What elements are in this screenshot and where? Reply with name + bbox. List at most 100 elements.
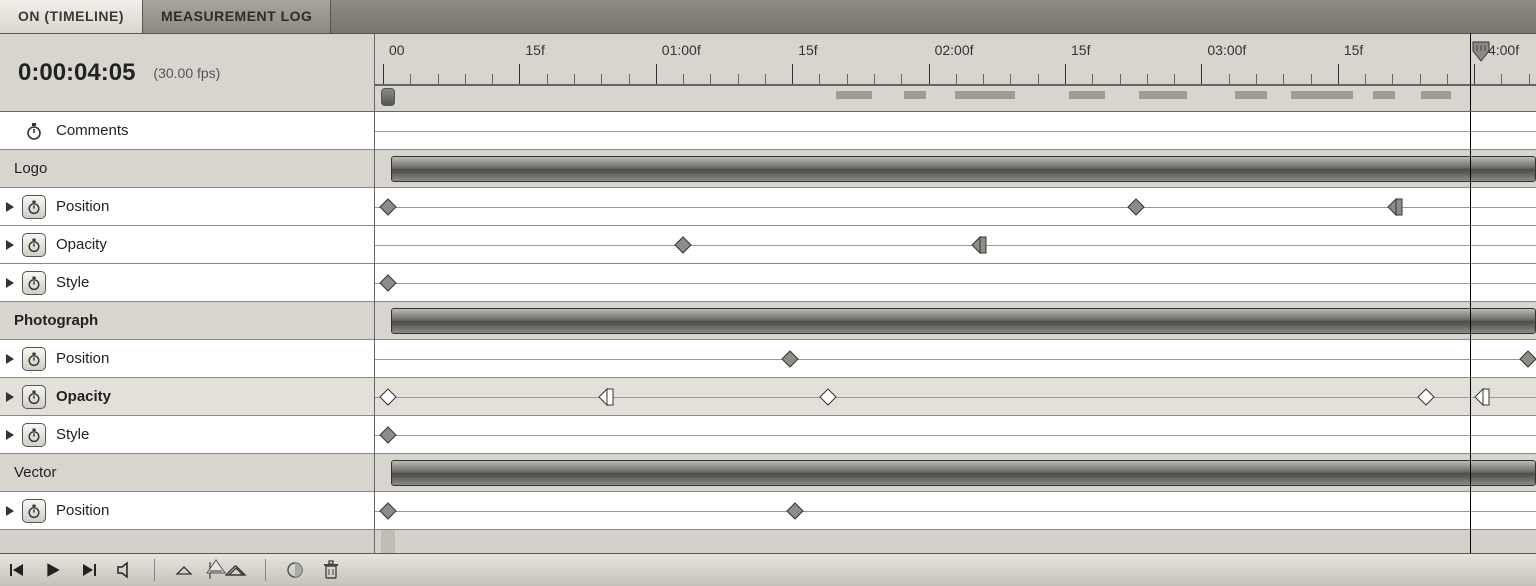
cache-segment: [955, 91, 1015, 99]
row-label: Photograph: [14, 312, 98, 329]
row-vector[interactable]: Vector: [0, 454, 374, 492]
last-frame-button[interactable]: [78, 559, 100, 581]
row-logo-style[interactable]: Style: [0, 264, 374, 302]
layer-duration-bar[interactable]: [391, 156, 1536, 182]
row-photograph[interactable]: Photograph: [0, 302, 374, 340]
row-comments[interactable]: Comments: [0, 112, 374, 150]
zoom-in-icon[interactable]: [225, 559, 247, 581]
disclosure-icon[interactable]: [6, 278, 14, 288]
row-logo-opacity[interactable]: Opacity: [0, 226, 374, 264]
track-lane[interactable]: [375, 378, 1536, 416]
zoom-out-icon[interactable]: [173, 559, 195, 581]
disclosure-icon[interactable]: [6, 354, 14, 364]
cache-segment: [1291, 91, 1353, 99]
track-lane[interactable]: [375, 226, 1536, 264]
track-lane[interactable]: [375, 302, 1536, 340]
track-lane[interactable]: [375, 492, 1536, 530]
stopwatch-button[interactable]: [22, 233, 46, 257]
track-lane[interactable]: [375, 454, 1536, 492]
row-label: Position: [56, 502, 109, 519]
keyframe-icon[interactable]: [379, 274, 397, 292]
cache-segment: [1139, 91, 1187, 99]
keyframe-icon[interactable]: [1519, 350, 1536, 368]
current-time-display: 0:00:04:05 (30.00 fps): [0, 34, 375, 111]
row-vector-position[interactable]: Position: [0, 492, 374, 530]
playhead-icon[interactable]: [1470, 40, 1492, 62]
disclosure-icon[interactable]: [6, 430, 14, 440]
layer-duration-bar[interactable]: [391, 460, 1536, 486]
stopwatch-button[interactable]: [22, 423, 46, 447]
track-lane[interactable]: [375, 150, 1536, 188]
keyframe-icon[interactable]: [379, 198, 397, 216]
row-label: Position: [56, 350, 109, 367]
disclosure-icon[interactable]: [6, 240, 14, 250]
fps-label: (30.00 fps): [153, 65, 220, 81]
keyframe-icon[interactable]: [1127, 198, 1145, 216]
zoom-slider[interactable]: [209, 563, 211, 578]
keyframe-icon[interactable]: [379, 426, 397, 444]
ruler-tick-label: 02:00f: [935, 42, 974, 58]
keyframe-icon[interactable]: [1387, 198, 1405, 216]
track-lane[interactable]: [375, 264, 1536, 302]
ruler-tick-label: 03:00f: [1207, 42, 1246, 58]
keyframe-icon[interactable]: [598, 388, 616, 406]
disclosure-icon[interactable]: [6, 392, 14, 402]
tab-measurement-log[interactable]: MEASUREMENT LOG: [143, 0, 331, 33]
track-lane[interactable]: [375, 112, 1536, 150]
row-label: Vector: [14, 464, 57, 481]
keyframe-icon[interactable]: [1417, 388, 1435, 406]
stopwatch-button[interactable]: [22, 347, 46, 371]
ruler-tick-label: 15f: [1071, 42, 1090, 58]
keyframe-icon[interactable]: [819, 388, 837, 406]
work-area-start-handle[interactable]: [381, 88, 395, 106]
cache-segment: [904, 91, 926, 99]
ruler-tick-label: 00: [389, 42, 405, 58]
track-lane[interactable]: [375, 340, 1536, 378]
disclosure-icon[interactable]: [6, 506, 14, 516]
play-button[interactable]: [42, 559, 64, 581]
cache-segment: [1373, 91, 1395, 99]
ruler-tick-label: 15f: [1344, 42, 1363, 58]
stopwatch-button[interactable]: [22, 271, 46, 295]
row-logo-position[interactable]: Position: [0, 188, 374, 226]
row-label: Logo: [14, 160, 47, 177]
row-label: Style: [56, 426, 89, 443]
onion-skin-button[interactable]: [284, 559, 306, 581]
cache-segment: [1421, 91, 1451, 99]
timeline-tracks[interactable]: [375, 112, 1536, 553]
trash-button[interactable]: [320, 559, 342, 581]
keyframe-icon[interactable]: [379, 502, 397, 520]
stopwatch-icon: [22, 119, 46, 143]
row-label: Opacity: [56, 388, 111, 405]
tab-timeline[interactable]: ON (TIMELINE): [0, 0, 143, 33]
audio-button[interactable]: [114, 559, 136, 581]
keyframe-icon[interactable]: [971, 236, 989, 254]
keyframe-icon[interactable]: [786, 502, 804, 520]
track-lane[interactable]: [375, 188, 1536, 226]
cache-segment: [1069, 91, 1105, 99]
ruler-tick-label: 15f: [798, 42, 817, 58]
time-ruler[interactable]: 0015f01:00f15f02:00f15f03:00f15f04:00f: [375, 34, 1536, 111]
stopwatch-button[interactable]: [22, 385, 46, 409]
ruler-tick-label: 15f: [525, 42, 544, 58]
ruler-tick-label: 01:00f: [662, 42, 701, 58]
keyframe-icon[interactable]: [781, 350, 799, 368]
keyframe-icon[interactable]: [379, 388, 397, 406]
first-frame-button[interactable]: [6, 559, 28, 581]
row-logo[interactable]: Logo: [0, 150, 374, 188]
row-label: Position: [56, 198, 109, 215]
layer-duration-bar[interactable]: [391, 308, 1536, 334]
stopwatch-button[interactable]: [22, 499, 46, 523]
track-lane[interactable]: [375, 416, 1536, 454]
zoom-thumb-icon[interactable]: [205, 557, 227, 575]
row-photo-opacity[interactable]: Opacity: [0, 378, 374, 416]
keyframe-icon[interactable]: [674, 236, 692, 254]
row-label: Comments: [56, 122, 129, 139]
keyframe-icon[interactable]: [1474, 388, 1492, 406]
timecode[interactable]: 0:00:04:05: [18, 59, 135, 87]
row-label: Opacity: [56, 236, 107, 253]
row-photo-style[interactable]: Style: [0, 416, 374, 454]
stopwatch-button[interactable]: [22, 195, 46, 219]
disclosure-icon[interactable]: [6, 202, 14, 212]
row-photo-position[interactable]: Position: [0, 340, 374, 378]
